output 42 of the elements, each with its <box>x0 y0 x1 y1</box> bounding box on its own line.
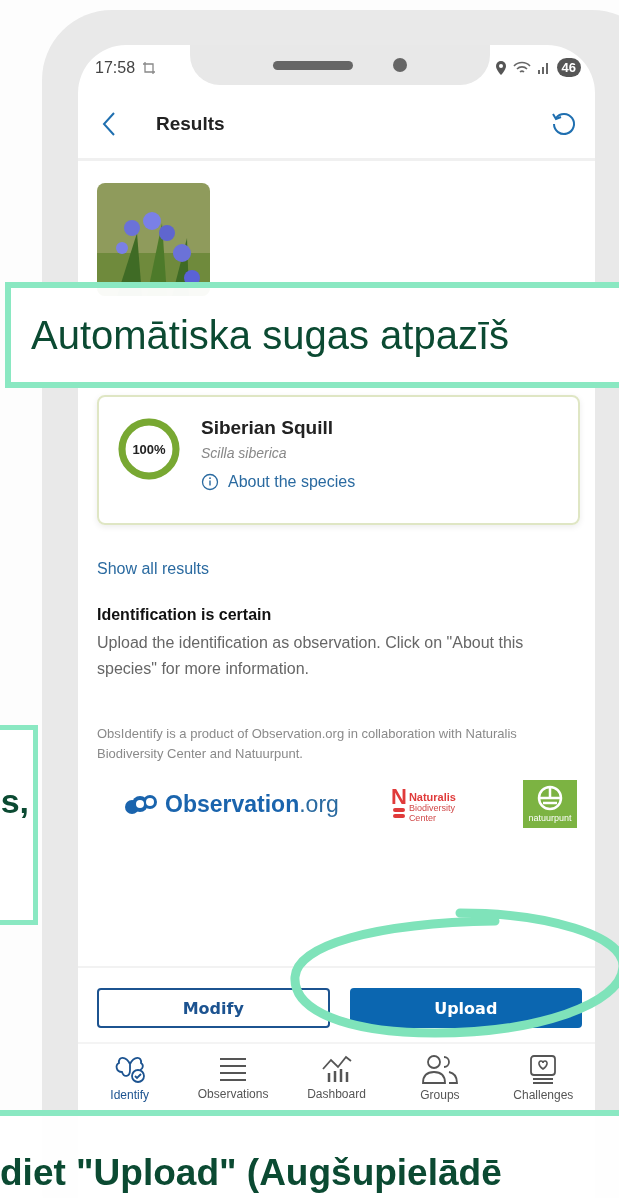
naturalis-logo-text: Naturalis <box>408 790 457 803</box>
nav-tab[interactable]: Identify <box>78 1044 182 1112</box>
cloud-logo-icon <box>123 793 159 815</box>
species-name: Siberian Squill <box>201 417 334 439</box>
info-icon <box>201 473 219 491</box>
verdict-text: Upload the identification as observation. Click on "About this species" for more information. <box>97 633 525 679</box>
credit-text: ObsIdentify is a product of Observation.org in collaboration with Naturalis Biodiversity Center and Natuurpunt. <box>97 725 518 763</box>
nav-tab[interactable]: Challenges <box>491 1044 596 1112</box>
modify-button[interactable]: Modify <box>97 988 330 1028</box>
naturalis-subtitle: Biodiversity Center <box>408 802 456 823</box>
battery-badge: 46 <box>556 58 581 77</box>
screenshot-icon <box>141 59 158 76</box>
page-title: Results <box>156 113 225 135</box>
confidence-ring <box>117 417 181 481</box>
naturalis-mark: N <box>391 785 407 808</box>
chart-icon <box>320 1055 353 1083</box>
location-icon <box>494 59 507 76</box>
side-caption-text: s, <box>0 782 29 821</box>
show-all-results-link[interactable]: Show all results <box>97 560 210 578</box>
menu-icon <box>218 1055 249 1083</box>
about-species-link[interactable]: About the species <box>228 473 356 491</box>
upload-button[interactable]: Upload <box>349 988 582 1028</box>
status-time: 17:58 <box>95 58 136 77</box>
nav-tab[interactable]: Observations <box>181 1044 285 1112</box>
stripes-icon <box>392 807 405 818</box>
heart-frame-icon <box>528 1054 559 1084</box>
butterfly-icon <box>113 1054 146 1084</box>
confidence-value: 100% <box>132 441 166 457</box>
caption-text: Automātiska sugas atpazīš <box>31 312 510 358</box>
nav-tab[interactable]: Dashboard <box>284 1044 389 1112</box>
back-icon[interactable] <box>102 111 116 137</box>
natuurpunt-logo-text: natuurpunt <box>528 813 572 823</box>
nav-tab[interactable]: Groups <box>388 1044 492 1112</box>
refresh-icon[interactable] <box>550 110 578 138</box>
scientific-name: Scilla siberica <box>201 445 288 461</box>
people-icon <box>420 1054 459 1084</box>
wifi-icon <box>512 60 531 75</box>
bottom-caption-text: diet "Upload" (Augšupielādē <box>0 1151 502 1195</box>
globe-icon <box>536 785 564 811</box>
signal-icon <box>536 60 551 75</box>
verdict-title: Identification is certain <box>97 606 272 624</box>
observation-logo-text: Observation.org <box>165 790 339 818</box>
